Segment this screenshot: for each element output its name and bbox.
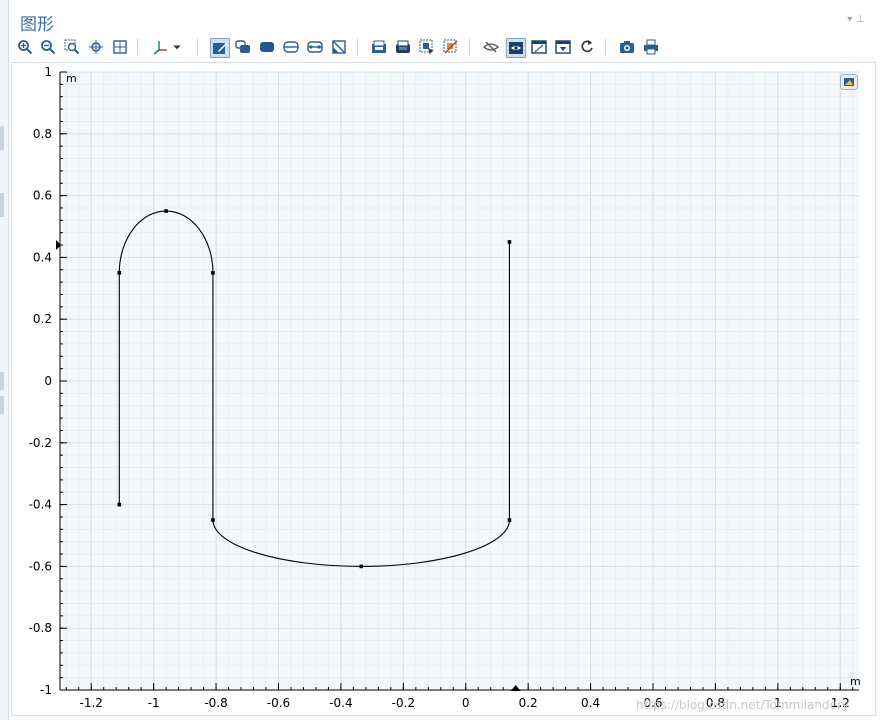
y-tick-label: -0.8	[29, 621, 52, 635]
y-tick-label: -0.6	[29, 559, 52, 573]
y-tick-label: 0.8	[33, 127, 52, 141]
y-tick-label: 0.6	[33, 189, 52, 203]
graphics-canvas[interactable]: -1.2 -1 -0.8 -0.6 -0.4 -0.2 0 0.2 0.4 0.6 0.8 1 1.21…	[0, 0, 883, 720]
y-tick-label: 0.4	[33, 250, 52, 264]
geometry-vertex	[507, 240, 512, 244]
geometry-vertex	[117, 502, 122, 507]
x-unit-label: m	[850, 675, 861, 688]
y-tick-label: 0	[44, 374, 52, 388]
x-tick-label: -0.2	[392, 696, 415, 710]
x-tick-label: -1	[148, 696, 160, 710]
geometry-vertex	[359, 564, 363, 569]
y-tick-label: 1	[44, 65, 52, 79]
view-navigation-icon[interactable]	[840, 74, 858, 90]
watermark: https://blog.csdn.net/Tommilandery	[636, 698, 850, 712]
x-tick-label: -0.4	[329, 696, 352, 710]
y-tick-label: 0.2	[33, 312, 52, 326]
x-tick-label: -0.8	[204, 696, 227, 710]
geometry-vertex	[507, 518, 512, 522]
geometry-vertex	[117, 271, 122, 275]
geometry-vertex	[211, 518, 215, 522]
geometry-vertex	[164, 209, 168, 213]
y-tick-label: -1	[40, 683, 52, 697]
x-tick-label: 0.4	[581, 696, 600, 710]
y-unit-label: m	[66, 72, 77, 85]
x-tick-label: 0	[462, 696, 470, 710]
x-tick-label: -0.6	[267, 696, 290, 710]
x-tick-label: 0.2	[519, 696, 538, 710]
geometry-vertex	[211, 271, 215, 275]
y-tick-label: -0.2	[29, 436, 52, 450]
y-tick-label: -0.4	[29, 498, 52, 512]
x-tick-label: -1.2	[80, 696, 103, 710]
